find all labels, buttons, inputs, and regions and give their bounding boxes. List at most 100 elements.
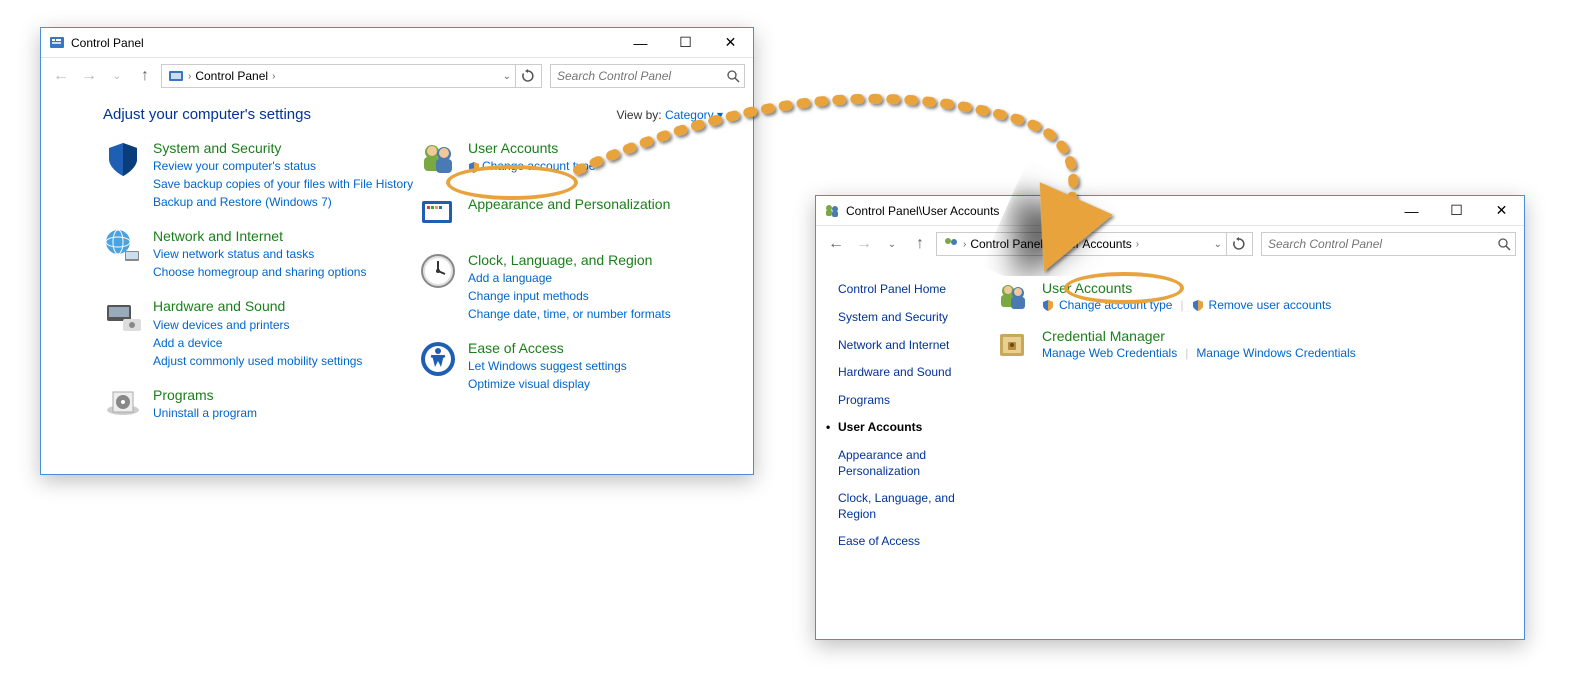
section-credential-manager: Credential Manager Manage Web Credential… — [996, 328, 1504, 362]
control-panel-window: Control Panel — ☐ ✕ ← → ⌄ ↑ › Control Pa… — [40, 27, 754, 475]
section-title-link[interactable]: User Accounts — [1042, 280, 1132, 296]
category-user-accounts: User Accounts Change account type — [418, 139, 733, 179]
titlebar[interactable]: Control Panel — ☐ ✕ — [41, 28, 753, 58]
close-button[interactable]: ✕ — [1479, 196, 1524, 225]
section-user-accounts: User Accounts Change account type | Remo… — [996, 280, 1504, 314]
category-sublink[interactable]: Optimize visual display — [468, 375, 627, 393]
category-sublink[interactable]: Backup and Restore (Windows 7) — [153, 193, 413, 211]
maximize-button[interactable]: ☐ — [663, 28, 708, 57]
navigation-bar: ← → ⌄ ↑ › Control Panel › User Accounts … — [816, 226, 1524, 262]
breadcrumb-segment[interactable]: User Accounts — [1050, 237, 1135, 251]
category-programs: Programs Uninstall a program — [103, 386, 418, 426]
category-sublink[interactable]: Save backup copies of your files with Fi… — [153, 175, 413, 193]
category-title-link[interactable]: Hardware and Sound — [153, 298, 285, 314]
nav-recent-dropdown[interactable]: ⌄ — [105, 64, 129, 88]
search-box[interactable] — [550, 64, 745, 88]
category-clock-language: Clock, Language, and Region Add a langua… — [418, 251, 733, 323]
programs-icon — [103, 386, 143, 426]
nav-up-button[interactable]: ↑ — [908, 232, 932, 256]
category-title-link[interactable]: System and Security — [153, 140, 281, 156]
category-title-link[interactable]: Ease of Access — [468, 340, 564, 356]
refresh-button[interactable] — [1226, 233, 1250, 255]
nav-back-button[interactable]: ← — [49, 64, 73, 88]
section-sublink[interactable]: Manage Windows Credentials — [1196, 346, 1355, 360]
sidebar: Control Panel Home System and Security N… — [816, 270, 996, 574]
sidebar-item-user-accounts[interactable]: User Accounts — [838, 420, 988, 436]
category-title-link[interactable]: Appearance and Personalization — [468, 196, 670, 212]
uac-shield-icon — [1042, 299, 1054, 311]
address-dropdown-icon[interactable]: ⌄ — [499, 71, 515, 82]
section-title-link[interactable]: Credential Manager — [1042, 328, 1165, 344]
category-title-link[interactable]: User Accounts — [468, 140, 558, 156]
category-title-link[interactable]: Clock, Language, and Region — [468, 252, 652, 268]
network-internet-icon — [103, 227, 143, 267]
category-hardware-sound: Hardware and Sound View devices and prin… — [103, 297, 418, 369]
search-icon — [1498, 238, 1511, 251]
uac-shield-icon — [1192, 299, 1204, 311]
sidebar-item-network-internet[interactable]: Network and Internet — [838, 338, 988, 354]
minimize-button[interactable]: — — [618, 28, 663, 57]
sidebar-item-clock-language[interactable]: Clock, Language, and Region — [838, 491, 988, 522]
search-box[interactable] — [1261, 232, 1516, 256]
category-sublink[interactable]: Let Windows suggest settings — [468, 357, 627, 375]
category-title-link[interactable]: Network and Internet — [153, 228, 283, 244]
category-sublink[interactable]: View devices and printers — [153, 316, 362, 334]
section-sublink[interactable]: Remove user accounts — [1192, 298, 1332, 312]
category-ease-of-access: Ease of Access Let Windows suggest setti… — [418, 339, 733, 393]
view-by-selector[interactable]: View by: Category ▾ — [616, 108, 723, 122]
search-input[interactable] — [557, 69, 727, 83]
sidebar-item-ease-of-access[interactable]: Ease of Access — [838, 534, 988, 550]
category-sublink[interactable]: Adjust commonly used mobility settings — [153, 352, 362, 370]
refresh-button[interactable] — [515, 65, 539, 87]
category-sublink[interactable]: Add a language — [468, 269, 671, 287]
link-divider: | — [1185, 346, 1188, 360]
category-sublink[interactable]: View network status and tasks — [153, 245, 366, 263]
user-accounts-window: Control Panel\User Accounts — ☐ ✕ ← → ⌄ … — [815, 195, 1525, 640]
section-sublink[interactable]: Manage Web Credentials — [1042, 346, 1177, 360]
category-sublink[interactable]: Choose homegroup and sharing options — [153, 263, 366, 281]
sidebar-item-system-security[interactable]: System and Security — [838, 310, 988, 326]
nav-recent-dropdown[interactable]: ⌄ — [880, 232, 904, 256]
link-divider: | — [1180, 298, 1183, 312]
category-sublink[interactable]: Change input methods — [468, 287, 671, 305]
sidebar-item-hardware-sound[interactable]: Hardware and Sound — [838, 365, 988, 381]
nav-forward-button[interactable]: → — [852, 232, 876, 256]
section-sublink[interactable]: Change account type — [1042, 298, 1172, 312]
breadcrumb-segment[interactable]: Control Panel — [966, 237, 1047, 251]
user-accounts-icon — [418, 139, 458, 179]
close-button[interactable]: ✕ — [708, 28, 753, 57]
hardware-sound-icon — [103, 297, 143, 337]
user-accounts-window-icon — [824, 203, 840, 219]
clock-icon — [418, 251, 458, 291]
maximize-button[interactable]: ☐ — [1434, 196, 1479, 225]
sidebar-title[interactable]: Control Panel Home — [838, 282, 988, 296]
appearance-icon — [418, 195, 458, 235]
address-bar[interactable]: › Control Panel › User Accounts › ⌄ — [936, 232, 1253, 256]
address-dropdown-icon[interactable]: ⌄ — [1210, 239, 1226, 250]
address-bar[interactable]: › Control Panel › ⌄ — [161, 64, 542, 88]
page-heading: Adjust your computer's settings — [103, 106, 311, 123]
category-sublink[interactable]: Uninstall a program — [153, 404, 257, 422]
sidebar-item-programs[interactable]: Programs — [838, 393, 988, 409]
nav-up-button[interactable]: ↑ — [133, 64, 157, 88]
category-sublink[interactable]: Change date, time, or number formats — [468, 305, 671, 323]
titlebar[interactable]: Control Panel\User Accounts — ☐ ✕ — [816, 196, 1524, 226]
sidebar-item-appearance[interactable]: Appearance and Personalization — [838, 448, 988, 479]
nav-back-button[interactable]: ← — [824, 232, 848, 256]
minimize-button[interactable]: — — [1389, 196, 1434, 225]
window-title: Control Panel — [71, 36, 618, 50]
user-accounts-icon — [996, 280, 1030, 314]
category-sublink[interactable]: Review your computer's status — [153, 157, 413, 175]
control-panel-icon — [49, 35, 65, 51]
category-title-link[interactable]: Programs — [153, 387, 214, 403]
uac-shield-icon — [468, 161, 480, 173]
category-sublink[interactable]: Change account type — [468, 157, 595, 175]
system-security-icon — [103, 139, 143, 179]
window-title: Control Panel\User Accounts — [846, 204, 1389, 218]
nav-forward-button[interactable]: → — [77, 64, 101, 88]
navigation-bar: ← → ⌄ ↑ › Control Panel › ⌄ — [41, 58, 753, 94]
search-input[interactable] — [1268, 237, 1498, 251]
category-sublink[interactable]: Add a device — [153, 334, 362, 352]
main-content: User Accounts Change account type | Remo… — [996, 270, 1524, 574]
breadcrumb-segment[interactable]: Control Panel — [191, 69, 272, 83]
